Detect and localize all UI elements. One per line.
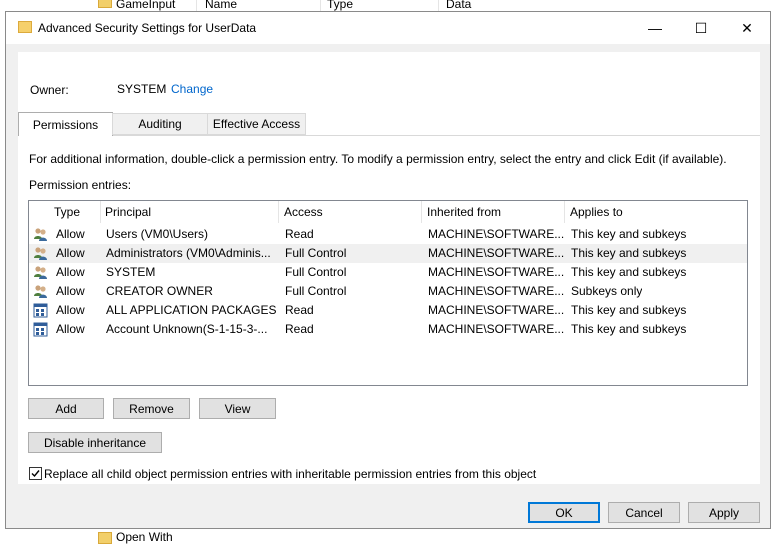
cell-access: Full Control [285,265,347,279]
title-bar[interactable]: Advanced Security Settings for UserData … [6,12,770,44]
apply-button[interactable]: Apply [688,502,760,523]
tab-auditing[interactable]: Auditing [112,113,208,135]
advanced-security-dialog: Advanced Security Settings for UserData … [5,11,771,529]
cell-applies: This key and subkeys [571,322,687,336]
cell-type: Allow [56,284,85,298]
background-bottom-label: Open With [116,530,173,544]
cell-access: Full Control [285,246,347,260]
cell-applies: Subkeys only [571,284,643,298]
replace-entries-checkbox[interactable] [29,467,42,480]
replace-entries-label[interactable]: Replace all child object permission entr… [44,467,536,481]
background-col-name: Name [205,0,238,11]
owner-value: SYSTEM [117,82,167,96]
column-header-principal[interactable]: Principal [100,201,279,223]
folder-icon [98,532,112,544]
view-button[interactable]: View [199,398,276,419]
column-header-type[interactable]: Type [49,201,101,223]
remove-button[interactable]: Remove [113,398,190,419]
cell-principal: Users (VM0\Users) [106,227,209,241]
cell-applies: This key and subkeys [571,227,687,241]
cell-inherited: MACHINE\SOFTWARE... [428,322,565,336]
change-owner-link[interactable]: Change [171,82,213,96]
cancel-button[interactable]: Cancel [608,502,680,523]
maximize-icon: ☐ [694,19,708,36]
folder-icon [98,0,112,8]
column-header-applies-to[interactable]: Applies to [565,201,747,223]
cell-inherited: MACHINE\SOFTWARE... [428,227,565,241]
cell-applies: This key and subkeys [571,246,687,260]
tab-permissions[interactable]: Permissions [18,112,113,136]
cell-access: Read [285,322,314,336]
cell-type: Allow [56,265,85,279]
cell-principal: Administrators (VM0\Adminis... [106,246,271,260]
permission-entry-row[interactable]: Allow Users (VM0\Users) Read MACHINE\SOFTWA… [29,225,747,244]
app-packages-icon [33,322,48,337]
minimize-icon: — [648,20,662,36]
dialog-title: Advanced Security Settings for UserData [38,21,257,35]
users-icon [33,265,48,280]
cell-type: Allow [56,322,85,336]
ok-button[interactable]: OK [528,502,600,523]
cell-access: Read [285,303,314,317]
cell-inherited: MACHINE\SOFTWARE... [428,303,565,317]
disable-inheritance-button[interactable]: Disable inheritance [28,432,162,453]
checkmark-icon [31,470,40,478]
cell-principal: Account Unknown(S-1-15-3-... [106,322,268,336]
tab-divider [113,135,760,136]
owner-label: Owner: [30,83,69,97]
cell-inherited: MACHINE\SOFTWARE... [428,246,565,260]
permission-entry-row[interactable]: Allow CREATOR OWNER Full Control MACHINE\SO… [29,282,747,301]
cell-inherited: MACHINE\SOFTWARE... [428,284,565,298]
users-icon [33,284,48,299]
permission-entry-row[interactable]: Allow Account Unknown(S-1-15-3-... Read MAC… [29,320,747,339]
cell-applies: This key and subkeys [571,265,687,279]
tab-label: Effective Access [212,117,301,131]
chevron-up-icon: ^ [178,0,183,6]
close-icon: ✕ [741,19,753,36]
cell-type: Allow [56,227,85,241]
cell-type: Allow [56,303,85,317]
cell-access: Full Control [285,284,347,298]
tab-effective-access[interactable]: Effective Access [207,113,306,135]
users-icon [33,246,48,261]
background-col-type: Type [327,0,354,11]
cell-principal: SYSTEM [106,265,156,279]
cell-access: Read [285,227,314,241]
minimize-button[interactable]: — [632,12,678,44]
cell-applies: This key and subkeys [571,303,687,317]
cell-principal: CREATOR OWNER [106,284,213,298]
close-button[interactable]: ✕ [724,12,770,44]
list-header: Type Principal Access Inherited from App… [29,201,747,223]
column-header-inherited-from[interactable]: Inherited from [422,201,565,223]
app-packages-icon [33,303,48,318]
permission-entry-row[interactable]: Allow ALL APPLICATION PACKAGES Read MACHINE… [29,301,747,320]
tab-label: Permissions [32,117,99,132]
column-header-access[interactable]: Access [279,201,422,223]
info-text: For additional information, double-click… [29,152,727,166]
permission-entries-list[interactable]: Type Principal Access Inherited from App… [28,200,748,386]
tab-label: Auditing [138,117,182,131]
users-icon [33,227,48,242]
cell-principal: ALL APPLICATION PACKAGES [106,303,277,317]
cell-inherited: MACHINE\SOFTWARE... [428,265,565,279]
background-folder-label: GameInput [116,0,176,11]
background-col-data: Data [446,0,472,11]
background-window-bottom: Open With [0,528,782,544]
permission-entry-row[interactable]: Allow SYSTEM Full Control MACHINE\SOFTWARE.… [29,263,747,282]
maximize-button[interactable]: ☐ [678,12,724,44]
add-button[interactable]: Add [28,398,104,419]
folder-icon [18,21,32,33]
cell-type: Allow [56,246,85,260]
permission-entries-label: Permission entries: [29,178,132,192]
permission-entry-row[interactable]: Allow Administrators (VM0\Adminis... Full … [29,244,747,263]
